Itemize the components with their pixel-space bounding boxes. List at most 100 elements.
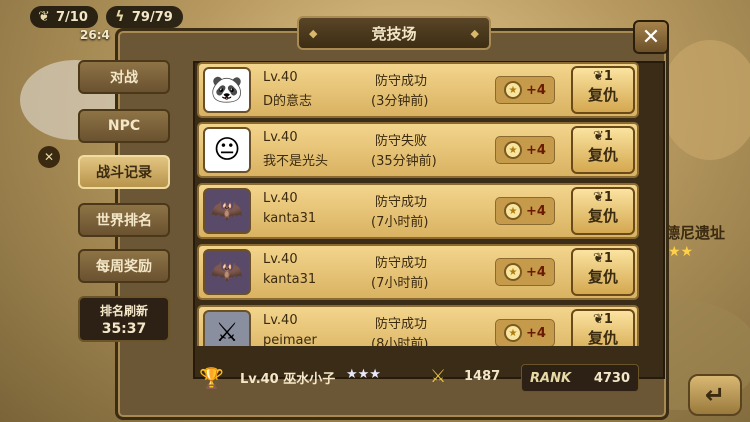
revenge-cost: 1 xyxy=(603,312,613,327)
return-arrow-icon: ↵ xyxy=(704,381,726,409)
rank-value: 4730 xyxy=(593,370,630,386)
crossed-swords-icon: ⚔ xyxy=(430,366,447,387)
tab-world-ranking[interactable]: 世界排名 xyxy=(78,203,170,237)
stamina-stat: ϟ 79/79 xyxy=(105,6,183,28)
points-badge: ★ +4 xyxy=(495,258,555,286)
points-value: +4 xyxy=(526,264,546,280)
revenge-label: 复仇 xyxy=(587,329,618,346)
refresh-timer: 35:37 xyxy=(101,321,147,337)
points-badge: ★ +4 xyxy=(495,136,555,164)
crossed-swords-icon[interactable]: ✕ xyxy=(38,146,60,168)
defense-result: 防守成功 xyxy=(375,256,428,271)
list-item: 🐼 Lv.40 D的意志 防守成功 (3分钟前) ★ +4 ❦1 复仇 xyxy=(197,62,639,118)
back-button[interactable]: ↵ xyxy=(688,374,742,416)
opponent-level: Lv.40 xyxy=(263,313,298,328)
stamina-value: 79/79 xyxy=(131,9,173,25)
points-badge: ★ +4 xyxy=(495,319,555,346)
time-ago: (35分钟前) xyxy=(371,154,437,169)
wing-icon: ❦ xyxy=(593,129,604,144)
tab-label: 世界排名 xyxy=(96,213,152,229)
opponent-name: 我不是光头 xyxy=(263,154,329,169)
points-value: +4 xyxy=(526,142,546,158)
close-button[interactable]: ✕ xyxy=(633,20,669,54)
tab-label: 战斗记录 xyxy=(96,165,152,181)
points-value: +4 xyxy=(526,203,546,219)
list-item: 🦇 Lv.40 kanta31 防守成功 (7小时前) ★ +4 ❦1 复仇 xyxy=(197,183,639,239)
knight-icon: ⚔ xyxy=(203,310,251,346)
list-item: ⚔ Lv.40 peimaer 防守成功 (8小时前) ★ +4 ❦1 复仇 xyxy=(197,305,639,346)
revenge-label: 复仇 xyxy=(587,207,618,225)
location-title: 德尼遗址 xyxy=(665,224,726,242)
points-value: +4 xyxy=(526,325,546,341)
medal-icon: ★ xyxy=(504,81,523,99)
tab-label: 对战 xyxy=(110,70,138,86)
opponent-level: Lv.40 xyxy=(263,130,298,145)
resource-bar: ❦ 7/10 ϟ 79/79 xyxy=(30,6,183,28)
defense-result: 防守成功 xyxy=(375,317,428,332)
opponent-level: Lv.40 xyxy=(263,191,298,206)
window-title: ◆ 竞技场 ◆ xyxy=(297,16,491,50)
opponent-level: Lv.40 xyxy=(263,252,298,267)
opponent-level: Lv.40 xyxy=(263,70,298,85)
list-item: 😐 Lv.40 我不是光头 防守失败 (35分钟前) ★ +4 ❦1 复仇 xyxy=(197,122,639,178)
time-ago: (8小时前) xyxy=(371,337,429,346)
revenge-cost: 1 xyxy=(603,129,613,144)
medal-icon: ★ xyxy=(504,141,523,159)
player-name: Lv.40 巫水小子 xyxy=(240,372,336,387)
lightning-icon: ϟ xyxy=(115,9,125,25)
location-stars: ★★ xyxy=(668,244,694,260)
tab-npc[interactable]: NPC xyxy=(78,109,170,143)
list-item: 🦇 Lv.40 kanta31 防守成功 (7小时前) ★ +4 ❦1 复仇 xyxy=(197,244,639,300)
revenge-label: 复仇 xyxy=(587,86,618,104)
bat-icon: 🦇 xyxy=(203,188,251,234)
tab-weekly-rewards[interactable]: 每周奖励 xyxy=(78,249,170,283)
time-ago: (7小时前) xyxy=(371,215,429,230)
trophy-icon: 🏆 xyxy=(199,366,224,390)
revenge-button[interactable]: ❦1 复仇 xyxy=(571,66,635,114)
revenge-cost: 1 xyxy=(603,251,613,266)
defense-result: 防守成功 xyxy=(375,195,428,210)
bat-icon: 🦇 xyxy=(203,249,251,295)
battle-record-list[interactable]: 🐼 Lv.40 D的意志 防守成功 (3分钟前) ★ +4 ❦1 复仇 😐 Lv.4… xyxy=(197,62,639,346)
defense-result: 防守成功 xyxy=(375,74,428,89)
tab-battle-records[interactable]: 战斗记录 xyxy=(78,155,170,189)
revenge-button[interactable]: ❦1 复仇 xyxy=(571,126,635,174)
revenge-cost: 1 xyxy=(603,69,613,84)
medal-icon: ★ xyxy=(504,202,523,220)
opponent-name: D的意志 xyxy=(263,94,313,109)
wing-icon: ❦ xyxy=(38,9,50,25)
points-badge: ★ +4 xyxy=(495,76,555,104)
face-icon: 😐 xyxy=(203,127,251,173)
ornament-right-icon: ◆ xyxy=(470,27,479,40)
energy-timer: 26:4 xyxy=(80,28,110,42)
wing-icon: ❦ xyxy=(593,190,604,205)
opponent-name: peimaer xyxy=(263,333,317,346)
revenge-button[interactable]: ❦1 复仇 xyxy=(571,309,635,346)
opponent-name: kanta31 xyxy=(263,272,317,287)
tab-label: 每周奖励 xyxy=(96,259,152,275)
revenge-label: 复仇 xyxy=(587,268,618,286)
energy-stat: ❦ 7/10 xyxy=(30,6,98,28)
medal-icon: ★ xyxy=(504,263,523,281)
revenge-cost: 1 xyxy=(603,190,613,205)
medal-icon: ★ xyxy=(504,324,523,342)
revenge-label: 复仇 xyxy=(587,146,618,164)
revenge-button[interactable]: ❦1 复仇 xyxy=(571,187,635,235)
ranking-refresh: 排名刷新 35:37 xyxy=(78,296,170,342)
panda-icon: 🐼 xyxy=(203,67,251,113)
refresh-label: 排名刷新 xyxy=(99,304,148,318)
revenge-button[interactable]: ❦1 复仇 xyxy=(571,248,635,296)
wing-icon: ❦ xyxy=(593,312,604,327)
player-stars: ★★★ xyxy=(346,367,381,382)
points-value: +4 xyxy=(526,82,546,98)
tab-label: NPC xyxy=(107,118,141,134)
player-rank: RANK 4730 xyxy=(521,364,639,392)
tab-battle[interactable]: 对战 xyxy=(78,60,170,94)
points-badge: ★ +4 xyxy=(495,197,555,225)
window-title-text: 竞技场 xyxy=(371,24,417,43)
wing-icon: ❦ xyxy=(593,69,604,84)
rank-label: RANK xyxy=(530,370,572,386)
energy-value: 7/10 xyxy=(56,9,88,25)
player-power: 1487 xyxy=(464,369,501,384)
defense-result: 防守失败 xyxy=(375,134,428,149)
